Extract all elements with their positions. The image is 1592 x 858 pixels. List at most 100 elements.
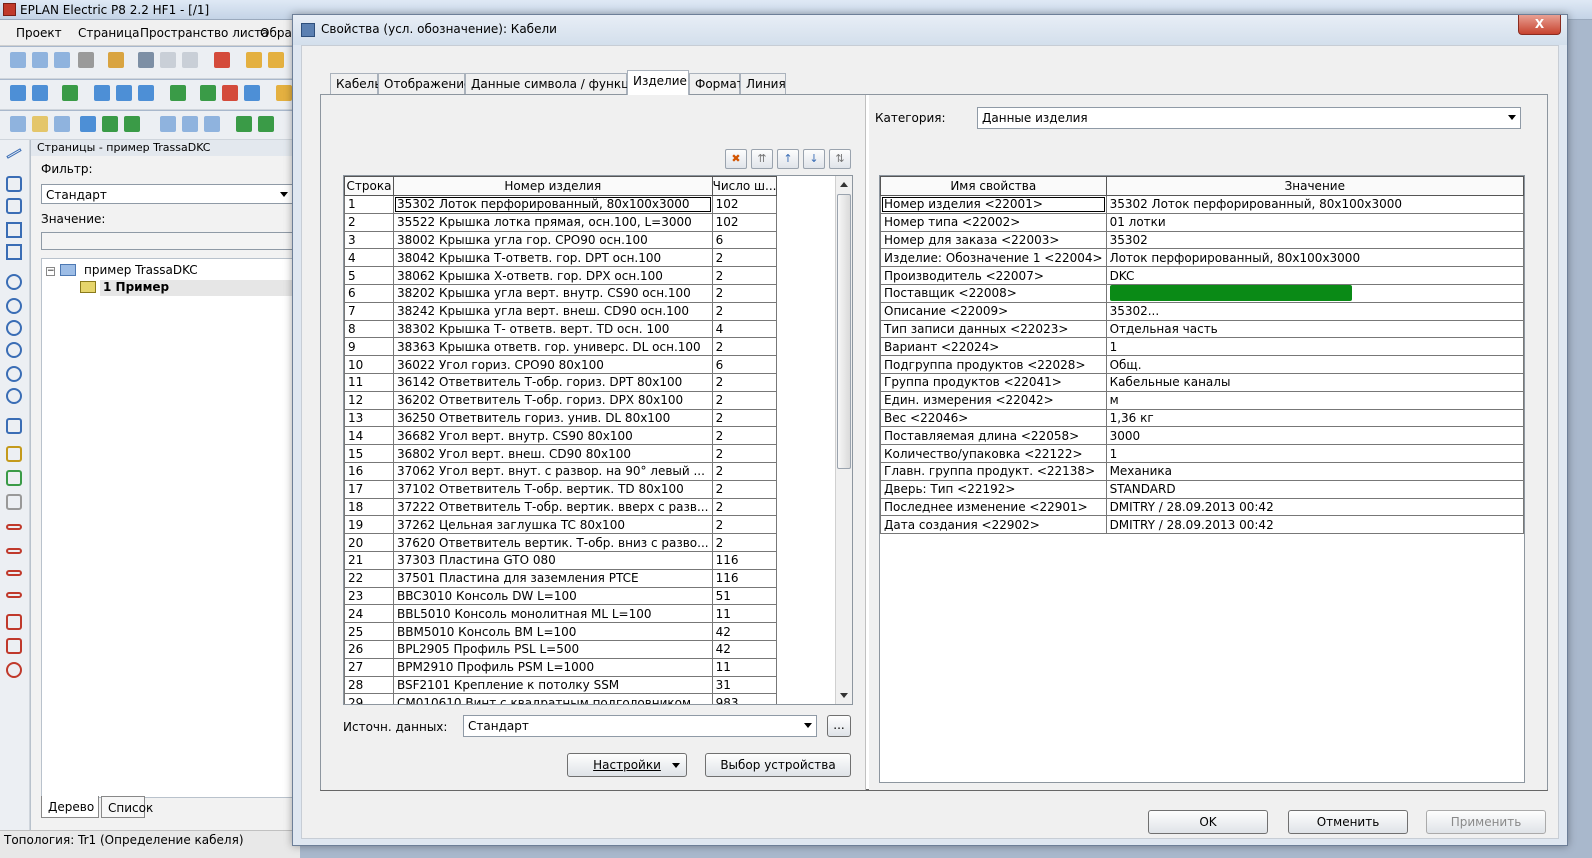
parts-table-row[interactable]: 14 36682 Угол верт. внутр. CS90 80x100 2 [344, 426, 778, 446]
part-number-cell[interactable]: 36250 Ответвитель гориз. унив. DL 80x100 [393, 408, 713, 428]
page-new-icon[interactable] [10, 116, 26, 132]
property-row[interactable]: Номер для заказа <22003> 35302 [880, 230, 1525, 250]
quantity-cell[interactable]: 2 [711, 372, 778, 392]
property-value-cell[interactable]: 01 лотки [1105, 212, 1525, 232]
row-number-cell[interactable]: 10 [344, 355, 394, 374]
quantity-cell[interactable]: 6 [711, 230, 778, 250]
close-button[interactable]: X [1518, 15, 1561, 35]
parts-table-row[interactable]: 5 38062 Крышка Х-ответв. гор. DPX осн.100… [344, 266, 778, 285]
part-number-cell[interactable]: 36682 Угол верт. внутр. CS90 80x100 [393, 426, 713, 446]
part-number-cell[interactable]: 35302 Лоток перфорированный, 80x100x3000 [393, 195, 713, 214]
property-row[interactable]: Главн. группа продукт. <22138> Механика [880, 461, 1525, 481]
move-top-button[interactable]: ⇈ [751, 149, 773, 169]
part-number-cell[interactable]: 37303 Пластина GTO 080 [393, 550, 713, 570]
hyperlink-icon[interactable] [6, 494, 22, 510]
row-number-cell[interactable]: 9 [344, 337, 394, 357]
dimension-5-icon[interactable] [6, 614, 22, 630]
move-bottom-button[interactable]: ⇅ [829, 149, 851, 169]
part-number-cell[interactable]: 38042 Крышка Т-ответв. гор. DPT осн.100 [393, 248, 713, 268]
col-header-value[interactable]: Значение [1105, 176, 1525, 196]
numbering-3-icon[interactable] [138, 85, 154, 101]
property-value-cell[interactable]: 35302... [1105, 301, 1525, 321]
dimension-2-icon[interactable] [6, 548, 22, 554]
part-number-cell[interactable]: BSF2101 Крепление к потолку SSM [393, 675, 713, 695]
filter-select[interactable]: Стандарт [41, 184, 293, 204]
property-value-cell[interactable]: 35302 [1105, 230, 1525, 250]
open-project-icon[interactable] [32, 52, 48, 68]
flag-icon[interactable] [244, 85, 260, 101]
part-number-cell[interactable]: 37102 Ответвитель Т-обр. вертик. TD 80x1… [393, 479, 713, 499]
property-name-cell[interactable]: Производитель <22007> [880, 266, 1107, 285]
property-row[interactable]: Описание <22009> 35302... [880, 301, 1525, 321]
part-number-cell[interactable]: 36142 Ответвитель Т-обр. гориз. DPT 80x1… [393, 372, 713, 392]
property-row[interactable]: Группа продуктов <22041> Кабельные каналы [880, 372, 1525, 392]
quantity-cell[interactable]: 42 [711, 639, 778, 659]
cut-icon[interactable] [138, 52, 154, 68]
property-name-cell[interactable]: Описание <22009> [880, 301, 1107, 321]
row-number-cell[interactable]: 19 [344, 515, 394, 535]
property-value-cell[interactable]: 1 [1105, 444, 1525, 463]
row-number-cell[interactable]: 14 [344, 426, 394, 446]
report-2-icon[interactable] [258, 116, 274, 132]
property-row[interactable]: Количество/упаковка <22122> 1 [880, 444, 1525, 463]
parts-table-row[interactable]: 24 BBL5010 Консоль монолитная ML L=100 11 [344, 604, 778, 624]
connection-icon[interactable] [6, 418, 22, 434]
undo-icon[interactable] [80, 116, 96, 132]
paste-icon[interactable] [182, 52, 198, 68]
dimension-3-icon[interactable] [6, 570, 22, 576]
row-number-cell[interactable]: 25 [344, 622, 394, 641]
tools-icon[interactable] [108, 52, 124, 68]
row-number-cell[interactable]: 24 [344, 604, 394, 624]
property-row[interactable]: Тип записи данных <22023> Отдельная часть [880, 319, 1525, 339]
numbering-2-icon[interactable] [116, 85, 132, 101]
quantity-cell[interactable]: 2 [711, 283, 778, 303]
part-number-cell[interactable]: 36022 Угол гориз. CPO90 80x100 [393, 355, 713, 374]
parts-table-row[interactable]: 7 38242 Крышка угла верт. внеш. CD90 осн.… [344, 301, 778, 321]
quantity-cell[interactable]: 2 [711, 461, 778, 481]
property-row[interactable]: Изделие: Обозначение 1 <22004> Лоток перф… [880, 248, 1525, 268]
quantity-cell[interactable]: 983 [711, 693, 778, 704]
arc-2-icon[interactable] [6, 342, 22, 358]
menu-processing[interactable]: Обра [260, 26, 292, 40]
parts-table-row[interactable]: 17 37102 Ответвитель Т-обр. вертик. TD 80… [344, 479, 778, 499]
run-icon[interactable] [170, 85, 186, 101]
numbering-icon[interactable] [94, 85, 110, 101]
row-number-cell[interactable]: 18 [344, 497, 394, 517]
text-icon[interactable] [6, 446, 22, 462]
parts-table-row[interactable]: 25 BBM5010 Консоль BM L=100 42 [344, 622, 778, 641]
part-number-cell[interactable]: 38242 Крышка угла верт. внеш. CD90 осн.1… [393, 301, 713, 321]
parts-table-row[interactable]: 22 37501 Пластина для заземления PTCE 116 [344, 568, 778, 588]
copy-icon[interactable] [160, 52, 176, 68]
quantity-cell[interactable]: 116 [711, 550, 778, 570]
parts-table-row[interactable]: 28 BSF2101 Крепление к потолку SSM 31 [344, 675, 778, 695]
tree-collapse-icon[interactable]: − [46, 267, 55, 276]
save-icon[interactable] [54, 52, 70, 68]
row-number-cell[interactable]: 13 [344, 408, 394, 428]
property-value-cell[interactable]: Общ. [1105, 355, 1525, 374]
polyline-icon[interactable] [6, 176, 22, 192]
part-number-cell[interactable]: 38002 Крышка угла гор. CPO90 осн.100 [393, 230, 713, 250]
print-icon[interactable] [78, 52, 94, 68]
property-value-cell[interactable]: 1,36 кг [1105, 408, 1525, 428]
quantity-cell[interactable]: 4 [711, 319, 778, 339]
property-row[interactable]: Вес <22046> 1,36 кг [880, 408, 1525, 428]
part-number-cell[interactable]: 37062 Угол верт. внут. с развор. на 90° … [393, 461, 713, 481]
source-browse-button[interactable]: ... [827, 715, 851, 737]
parts-table-row[interactable]: 4 38042 Крышка Т-ответв. гор. DPT осн.100… [344, 248, 778, 268]
menu-project[interactable]: Проект [16, 26, 62, 40]
property-name-cell[interactable]: Тип записи данных <22023> [880, 319, 1107, 339]
quantity-cell[interactable]: 2 [711, 408, 778, 428]
property-name-cell[interactable]: Номер типа <22002> [880, 212, 1107, 232]
settings-button[interactable]: Настройки [567, 753, 687, 777]
parts-table-row[interactable]: 1 35302 Лоток перфорированный, 80x100x300… [344, 195, 778, 214]
part-number-cell[interactable]: 38302 Крышка Т- ответв. верт. TD осн. 10… [393, 319, 713, 339]
dimension-icon[interactable] [6, 524, 22, 530]
quantity-cell[interactable]: 11 [711, 657, 778, 677]
property-name-cell[interactable]: Вес <22046> [880, 408, 1107, 428]
parts-table-row[interactable]: 11 36142 Ответвитель Т-обр. гориз. DPT 80… [344, 372, 778, 392]
quantity-cell[interactable]: 2 [711, 533, 778, 552]
scroll-thumb[interactable] [837, 194, 851, 469]
quantity-cell[interactable]: 2 [711, 390, 778, 410]
part-number-cell[interactable]: 35522 Крышка лотка прямая, осн.100, L=30… [393, 212, 713, 232]
tab-format[interactable]: Формат [689, 73, 744, 94]
